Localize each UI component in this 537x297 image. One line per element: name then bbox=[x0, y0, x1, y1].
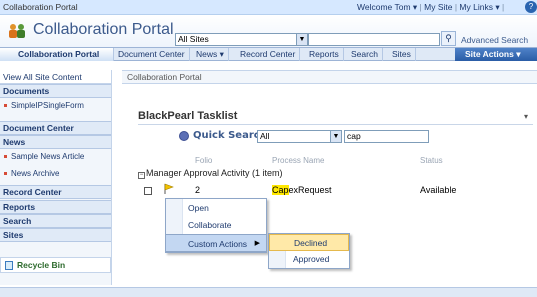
site-actions-menu[interactable]: Site Actions ▾ bbox=[455, 48, 537, 61]
top-nav-bar: Collaboration Portal Document Center New… bbox=[0, 47, 537, 61]
webpart-title: BlackPearl Tasklist bbox=[138, 110, 238, 122]
ln-sites[interactable]: Sites bbox=[0, 228, 111, 242]
ln-document-center[interactable]: Document Center bbox=[0, 121, 111, 135]
dropdown-arrow-icon: ▾ bbox=[516, 49, 521, 59]
advanced-search-link[interactable]: Advanced Search bbox=[461, 35, 528, 45]
nav-reports[interactable]: Reports bbox=[305, 48, 344, 61]
search-scope-select[interactable]: All Sites ▼ bbox=[175, 33, 308, 46]
quick-search-filter-select[interactable]: All ▼ bbox=[257, 130, 342, 143]
quick-search-input[interactable]: cap bbox=[344, 130, 429, 143]
submenu-arrow-icon: ▶ bbox=[254, 240, 260, 247]
collapse-icon[interactable]: − bbox=[138, 172, 145, 179]
welcome-area: Welcome Tom ▾ | My Site | My Links ▾ | bbox=[357, 2, 504, 13]
recycle-bin-label: Recycle Bin bbox=[17, 260, 66, 270]
ln-item-news-archive[interactable]: News Archive bbox=[0, 167, 111, 181]
menu-item-open[interactable]: Open bbox=[166, 199, 266, 217]
welcome-menu[interactable]: Welcome Tom bbox=[357, 2, 411, 12]
separator: | bbox=[501, 2, 505, 12]
dropdown-arrow-icon: ▾ bbox=[219, 49, 224, 59]
chevron-down-icon[interactable]: ▼ bbox=[296, 34, 307, 45]
search-highlight: Cap bbox=[272, 185, 289, 195]
breadcrumb: Collaboration Portal bbox=[122, 70, 537, 84]
quick-search-icon bbox=[179, 131, 189, 141]
ln-news[interactable]: News bbox=[0, 135, 111, 149]
row-folio[interactable]: 2 bbox=[195, 185, 200, 195]
ln-reports[interactable]: Reports bbox=[0, 200, 111, 214]
menu-item-collaborate[interactable]: Collaborate bbox=[166, 216, 266, 234]
column-header-folio[interactable]: Folio bbox=[195, 156, 212, 165]
process-name-rest: exRequest bbox=[288, 185, 332, 195]
task-flag-icon[interactable] bbox=[163, 183, 175, 195]
nav-news-label: News bbox=[196, 49, 218, 59]
webpart-menu-icon[interactable]: ▾ bbox=[524, 112, 528, 121]
search-input[interactable] bbox=[308, 33, 440, 46]
divider bbox=[138, 124, 533, 125]
bottom-bar bbox=[0, 287, 537, 297]
chevron-down-icon[interactable]: ▼ bbox=[330, 131, 341, 142]
custom-actions-submenu: Declined Approved bbox=[268, 233, 350, 269]
ln-item-simpleipsingleform[interactable]: SimpleIPSingleForm bbox=[0, 99, 111, 113]
my-links-menu[interactable]: My Links bbox=[459, 2, 493, 12]
row-process-name[interactable]: CapexRequest bbox=[272, 185, 332, 195]
ln-item-sample-news-article[interactable]: Sample News Article bbox=[0, 150, 111, 164]
people-logo-icon bbox=[9, 24, 25, 38]
nav-collaboration-portal[interactable]: Collaboration Portal bbox=[0, 48, 114, 61]
menu-item-declined[interactable]: Declined bbox=[269, 234, 349, 251]
top-bar: Collaboration Portal Welcome Tom ▾ | My … bbox=[0, 0, 537, 15]
bullet-icon bbox=[4, 104, 7, 108]
ln-documents[interactable]: Documents bbox=[0, 84, 111, 98]
ln-search[interactable]: Search bbox=[0, 214, 111, 228]
ln-item-label: News Archive bbox=[11, 169, 60, 178]
column-header-process-name[interactable]: Process Name bbox=[272, 156, 324, 165]
search-icon[interactable]: ⚲ bbox=[441, 31, 456, 46]
ln-item-label: SimpleIPSingleForm bbox=[11, 101, 84, 110]
group-header[interactable]: − Manager Approval Activity (1 item) bbox=[138, 168, 283, 179]
column-header-status[interactable]: Status bbox=[420, 156, 443, 165]
group-label: Manager Approval Activity (1 item) bbox=[146, 168, 283, 178]
dropdown-arrow-icon: ▾ bbox=[410, 2, 420, 12]
ln-item-label: Sample News Article bbox=[11, 152, 85, 161]
menu-item-approved[interactable]: Approved bbox=[269, 251, 349, 268]
quick-search-filter-value: All bbox=[260, 131, 270, 141]
search-scope-value: All Sites bbox=[178, 34, 209, 44]
menu-item-label: Custom Actions bbox=[188, 239, 248, 249]
view-all-site-content-link[interactable]: View All Site Content bbox=[0, 70, 111, 84]
row-checkbox[interactable] bbox=[144, 187, 152, 195]
bullet-icon bbox=[4, 172, 7, 176]
dropdown-arrow-icon: ▾ bbox=[492, 2, 502, 12]
nav-record-center[interactable]: Record Center bbox=[236, 48, 301, 61]
site-header: Collaboration Portal All Sites ▼ ⚲ Advan… bbox=[0, 15, 537, 47]
quick-launch: View All Site Content Documents SimpleIP… bbox=[0, 70, 112, 285]
site-actions-label: Site Actions bbox=[465, 49, 514, 59]
context-menu: Open Collaborate Custom Actions ▶ bbox=[165, 198, 267, 253]
nav-news[interactable]: News ▾ bbox=[192, 48, 229, 61]
nav-search[interactable]: Search bbox=[347, 48, 383, 61]
menu-item-custom-actions[interactable]: Custom Actions ▶ bbox=[166, 234, 266, 252]
ln-record-center[interactable]: Record Center bbox=[0, 185, 111, 199]
recycle-bin-link[interactable]: Recycle Bin bbox=[0, 257, 111, 273]
portal-title: Collaboration Portal bbox=[33, 21, 174, 38]
nav-document-center[interactable]: Document Center bbox=[114, 48, 190, 61]
nav-sites[interactable]: Sites bbox=[388, 48, 416, 61]
top-site-name[interactable]: Collaboration Portal bbox=[3, 2, 78, 12]
bullet-icon bbox=[4, 155, 7, 159]
recycle-bin-icon bbox=[5, 261, 13, 271]
row-status: Available bbox=[420, 185, 457, 195]
help-icon[interactable]: ? bbox=[525, 1, 537, 13]
my-site-link[interactable]: My Site bbox=[424, 2, 452, 12]
